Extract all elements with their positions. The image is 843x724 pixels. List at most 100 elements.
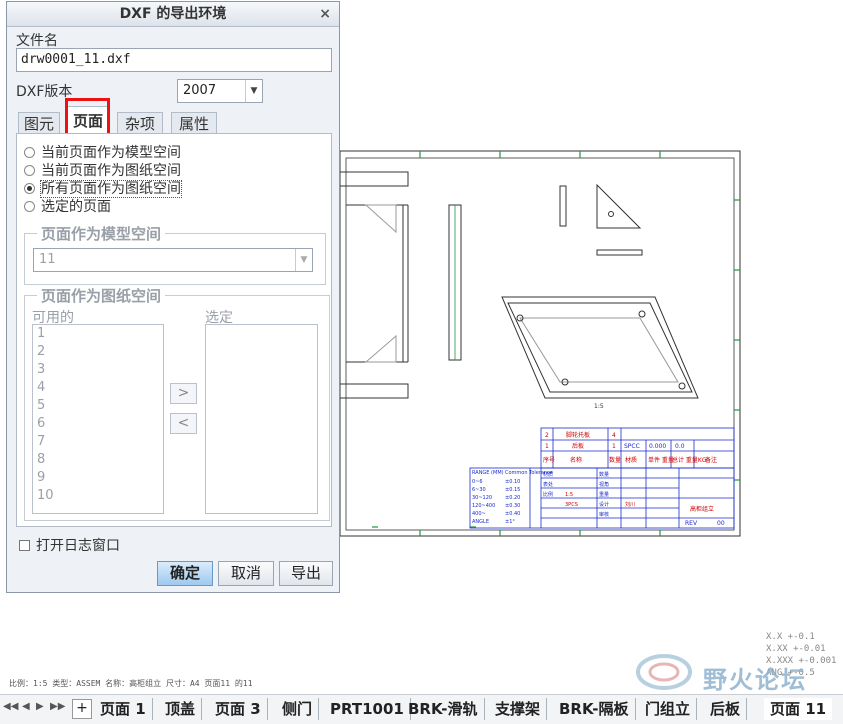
page-tab-4[interactable]: 侧门 <box>276 698 320 720</box>
tab-properties[interactable]: 属性 <box>171 112 217 134</box>
svg-text:Common Tolerance: Common Tolerance <box>505 470 553 476</box>
filename-label: 文件名 <box>16 33 58 49</box>
close-icon[interactable]: × <box>319 2 331 26</box>
radio-label: 所有页面作为图纸空间 <box>40 180 182 198</box>
view-small-bracket <box>559 185 567 227</box>
page-tab-6[interactable]: BRK-滑轨 <box>402 698 485 720</box>
move-left-button[interactable]: < <box>170 413 197 434</box>
add-page-button[interactable]: + <box>72 699 92 719</box>
selected-pages-list[interactable] <box>205 324 318 514</box>
view-isometric <box>501 296 699 399</box>
page-tab-8[interactable]: BRK-隔板 <box>553 698 636 720</box>
radio-label: 当前页面作为图纸空间 <box>41 163 181 179</box>
page-tab-7[interactable]: 支撑架 <box>489 698 548 720</box>
list-item[interactable]: 1 <box>33 325 163 343</box>
svg-text:序号: 序号 <box>543 456 555 464</box>
svg-text:4: 4 <box>612 432 616 439</box>
page-tab-2[interactable]: 顶盖 <box>159 698 203 720</box>
paper-space-group-title: 页面作为图纸空间 <box>37 285 166 306</box>
svg-text:400~: 400~ <box>472 511 486 517</box>
svg-text:6~30: 6~30 <box>472 487 486 493</box>
svg-text:±0.15: ±0.15 <box>505 487 520 493</box>
open-log-checkbox[interactable]: 打开日志窗口 <box>19 535 120 555</box>
list-item[interactable]: 2 <box>33 343 163 361</box>
radio-icon <box>24 201 35 212</box>
svg-text:±1°: ±1° <box>505 519 515 525</box>
svg-text:00: 00 <box>717 520 725 527</box>
radio-current-paper-space[interactable]: 当前页面作为图纸空间 <box>24 162 181 180</box>
chevron-down-icon[interactable]: ▼ <box>295 249 312 271</box>
dialog-title: DXF 的导出环境 <box>119 6 227 22</box>
page-tab-10[interactable]: 后板 <box>704 698 748 720</box>
cancel-button[interactable]: 取消 <box>218 561 274 586</box>
available-pages-list[interactable]: 1 2 3 4 5 6 7 8 9 10 <box>32 324 164 514</box>
export-button[interactable]: 导出 <box>279 561 333 586</box>
last-page-icon[interactable]: ▶▶ <box>50 701 65 712</box>
model-space-group-title: 页面作为模型空间 <box>37 223 166 244</box>
svg-text:高柜组立: 高柜组立 <box>690 505 714 513</box>
view-flat-bar <box>596 249 643 256</box>
svg-text:±0.30: ±0.30 <box>505 503 520 509</box>
open-log-label: 打开日志窗口 <box>36 538 120 554</box>
svg-text:1: 1 <box>545 443 549 450</box>
tolerance-legend-1: X.X +-0.1 <box>766 632 815 642</box>
list-item[interactable]: 5 <box>33 397 163 415</box>
dialog-titlebar[interactable]: DXF 的导出环境 × <box>7 2 339 27</box>
radio-selected-icon <box>24 183 35 194</box>
page-tab-11[interactable]: 页面 11 <box>764 698 833 720</box>
move-right-button[interactable]: > <box>170 383 197 404</box>
svg-text:±0.20: ±0.20 <box>505 495 520 501</box>
svg-text:±0.10: ±0.10 <box>505 479 520 485</box>
dxf-version-select[interactable]: 2007 ▼ <box>177 79 263 103</box>
svg-text:1:5: 1:5 <box>565 492 573 498</box>
filename-input[interactable]: drw0001_11.dxf <box>16 48 332 72</box>
svg-text:视角: 视角 <box>599 481 609 488</box>
list-item[interactable]: 9 <box>33 469 163 487</box>
page-tab-9[interactable]: 门组立 <box>639 698 698 720</box>
model-space-page-select[interactable]: 11 ▼ <box>33 248 313 272</box>
radio-label: 当前页面作为模型空间 <box>41 145 181 161</box>
svg-text:审核: 审核 <box>599 511 609 518</box>
first-page-icon[interactable]: ◀◀ <box>3 701 18 712</box>
svg-text:120~400: 120~400 <box>472 503 495 509</box>
radio-icon <box>24 165 35 176</box>
dxf-version-label: DXF版本 <box>16 84 73 100</box>
radio-all-paper-space[interactable]: 所有页面作为图纸空间 <box>24 180 182 198</box>
svg-text:2: 2 <box>545 432 549 439</box>
tab-entities[interactable]: 图元 <box>18 112 60 134</box>
prev-page-icon[interactable]: ◀ <box>22 701 30 712</box>
svg-text:0~6: 0~6 <box>472 479 483 485</box>
list-item[interactable]: 10 <box>33 487 163 505</box>
svg-text:设计: 设计 <box>599 501 609 508</box>
list-item[interactable]: 4 <box>33 379 163 397</box>
svg-text:单件 重量: 单件 重量 <box>648 456 674 464</box>
tab-misc[interactable]: 杂项 <box>117 112 163 134</box>
radio-selected-pages[interactable]: 选定的页面 <box>24 198 111 216</box>
svg-text:总计 重量KG: 总计 重量KG <box>672 456 707 464</box>
radio-icon <box>24 147 35 158</box>
page-tab-3[interactable]: 页面 3 <box>209 698 268 720</box>
svg-text:刘川: 刘川 <box>625 501 635 508</box>
svg-text:材质: 材质 <box>625 456 637 464</box>
page-tab-1[interactable]: 页面 1 <box>94 698 153 720</box>
page-tab-5[interactable]: PRT1001 <box>324 698 411 720</box>
next-page-icon[interactable]: ▶ <box>36 701 44 712</box>
list-item[interactable]: 3 <box>33 361 163 379</box>
watermark-text: 野火论坛 <box>703 666 807 694</box>
svg-text:±0.40: ±0.40 <box>505 511 520 517</box>
svg-text:后板: 后板 <box>572 442 584 450</box>
chevron-down-icon[interactable]: ▼ <box>245 80 262 102</box>
svg-text:0.0: 0.0 <box>675 443 685 450</box>
list-item[interactable]: 8 <box>33 451 163 469</box>
svg-text:脚轮托板: 脚轮托板 <box>566 431 590 439</box>
dxf-export-dialog: DXF 的导出环境 × 文件名 drw0001_11.dxf DXF版本 200… <box>6 1 340 593</box>
status-line: 比例：1:5 类型：ASSEM 名称：高柜组立 尺寸：A4 页面11 的11 <box>9 679 253 688</box>
svg-text:重量: 重量 <box>599 491 609 498</box>
list-item[interactable]: 7 <box>33 433 163 451</box>
list-item[interactable]: 6 <box>33 415 163 433</box>
svg-text:1: 1 <box>612 443 616 450</box>
ok-button[interactable]: 确定 <box>157 561 213 586</box>
svg-text:数量: 数量 <box>609 456 621 464</box>
highlight-box <box>65 98 110 138</box>
radio-current-model-space[interactable]: 当前页面作为模型空间 <box>24 144 181 162</box>
